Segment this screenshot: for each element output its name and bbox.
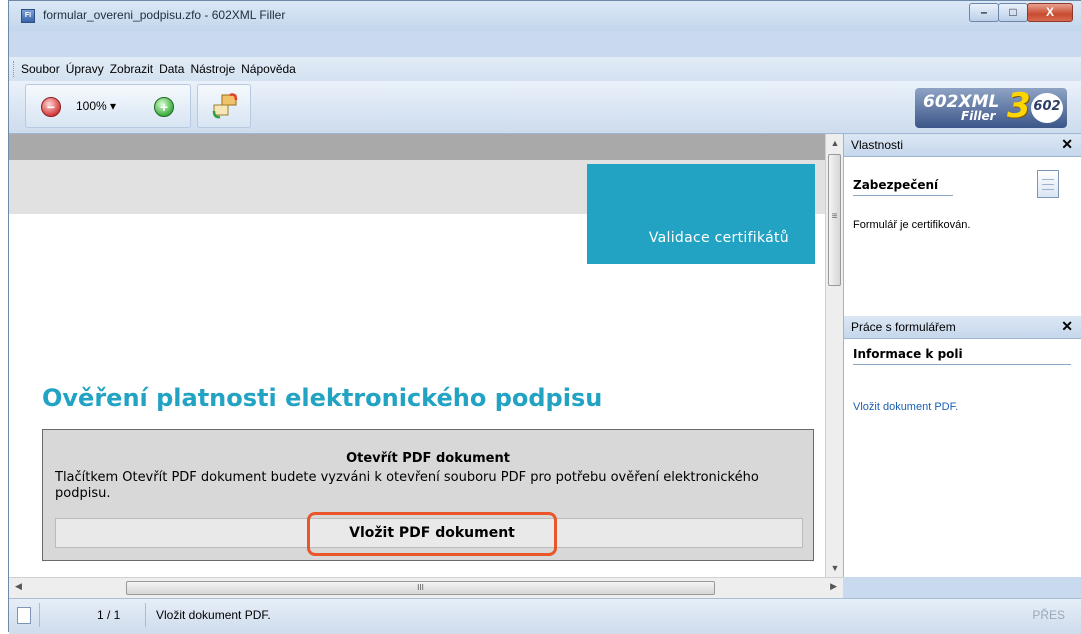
horizontal-scrollbar[interactable]: ◀ III ▶ bbox=[9, 577, 843, 598]
overwrite-mode: PŘES bbox=[1032, 608, 1065, 622]
section-divider bbox=[853, 195, 953, 196]
vertical-scroll-thumb[interactable]: ≡ bbox=[828, 154, 841, 286]
form-work-panel-header: Práce s formulářem ✕ bbox=[844, 316, 1081, 339]
validation-banner: Validace certifikátů bbox=[587, 164, 815, 264]
caption-buttons: – □ X bbox=[969, 3, 1073, 22]
properties-panel-title: Vlastnosti bbox=[851, 138, 904, 152]
close-button[interactable]: X bbox=[1027, 3, 1073, 22]
minus-icon: − bbox=[46, 99, 56, 115]
menu-upravy[interactable]: Úpravy bbox=[63, 62, 107, 76]
window-title: formular_overeni_podpisu.zfo - 602XML Fi… bbox=[43, 8, 286, 22]
menu-nastroje[interactable]: Nástroje bbox=[187, 62, 238, 76]
horizontal-scroll-thumb[interactable]: III bbox=[126, 581, 715, 595]
security-section-title: Zabezpečení bbox=[853, 178, 939, 192]
refresh-arrows-icon[interactable] bbox=[210, 91, 240, 121]
fi-icon: FI bbox=[21, 9, 35, 23]
menu-napoveda[interactable]: Nápověda bbox=[238, 62, 299, 76]
menu-data[interactable]: Data bbox=[156, 62, 187, 76]
form-header-bar bbox=[9, 134, 827, 160]
field-info-text: Vložit dokument PDF. bbox=[853, 401, 959, 413]
section-divider bbox=[853, 364, 1071, 365]
close-icon[interactable]: ✕ bbox=[1061, 136, 1073, 153]
zoom-value: 100% bbox=[76, 99, 107, 113]
app-window: FI formular_overeni_podpisu.zfo - 602XML… bbox=[8, 0, 1081, 634]
zoom-select[interactable]: 100% ▾ bbox=[76, 99, 116, 113]
minimize-icon: – bbox=[980, 5, 988, 19]
banner-text: Validace certifikátů bbox=[648, 230, 789, 246]
logo-badge: 602 bbox=[1031, 93, 1063, 123]
form-heading: Ověření platnosti elektronického podpisu bbox=[42, 384, 603, 412]
close-icon: X bbox=[1045, 5, 1054, 19]
page-counter: 1 / 1 bbox=[97, 608, 121, 622]
field-info-section-title: Informace k poli bbox=[853, 347, 963, 361]
plus-icon: + bbox=[159, 99, 169, 115]
grip-icon: ≡ bbox=[831, 211, 838, 222]
logo-product: Filler bbox=[961, 109, 996, 123]
side-panel: Vlastnosti ✕ Zabezpečení Formulář je cer… bbox=[843, 134, 1081, 577]
product-logo: 602XML Filler 3 602 bbox=[915, 86, 1067, 128]
vertical-scrollbar[interactable]: ▲ ≡ ▼ bbox=[825, 134, 844, 577]
scroll-left-icon[interactable]: ◀ bbox=[15, 581, 22, 592]
form-work-panel-title: Práce s formulářem bbox=[851, 320, 956, 334]
title-bar[interactable]: FI formular_overeni_podpisu.zfo - 602XML… bbox=[9, 1, 1081, 31]
zoom-out-button[interactable]: − bbox=[41, 97, 61, 117]
chevron-down-icon: ▾ bbox=[110, 99, 117, 113]
open-pdf-box: Otevřít PDF dokument Tlačítkem Otevřít P… bbox=[42, 429, 814, 561]
page-icon bbox=[17, 607, 31, 624]
insert-pdf-button[interactable]: Vložit PDF dokument bbox=[307, 512, 557, 556]
security-status-text: Formulář je certifikován. bbox=[853, 219, 971, 231]
zoom-in-button[interactable]: + bbox=[154, 97, 174, 117]
close-icon[interactable]: ✕ bbox=[1061, 318, 1073, 335]
status-bar: 1 / 1 Vložit dokument PDF. PŘES bbox=[9, 598, 1081, 634]
swap-group bbox=[197, 84, 251, 128]
scroll-down-icon[interactable]: ▼ bbox=[826, 563, 844, 573]
menu-zobrazit[interactable]: Zobrazit bbox=[107, 62, 156, 76]
status-message: Vložit dokument PDF. bbox=[156, 608, 271, 622]
menu-soubor[interactable]: Soubor bbox=[18, 62, 63, 76]
box-text: Tlačítkem Otevřít PDF dokument budete vy… bbox=[55, 470, 759, 501]
scroll-up-icon[interactable]: ▲ bbox=[826, 138, 844, 148]
menu-bar: Soubor Úpravy Zobrazit Data Nástroje Náp… bbox=[9, 57, 1081, 81]
box-title: Otevřít PDF dokument bbox=[346, 451, 510, 466]
form-document: Validace certifikátů Ověření platnosti e… bbox=[9, 134, 827, 577]
zoom-group: − 100% ▾ + bbox=[25, 84, 191, 128]
logo-version: 3 bbox=[1007, 86, 1031, 126]
minimize-button[interactable]: – bbox=[969, 3, 999, 22]
maximize-button[interactable]: □ bbox=[998, 3, 1028, 22]
scroll-right-icon[interactable]: ▶ bbox=[830, 581, 837, 592]
document-icon bbox=[1037, 170, 1059, 198]
maximize-icon: □ bbox=[1009, 5, 1017, 19]
properties-panel-header: Vlastnosti ✕ bbox=[844, 134, 1081, 157]
